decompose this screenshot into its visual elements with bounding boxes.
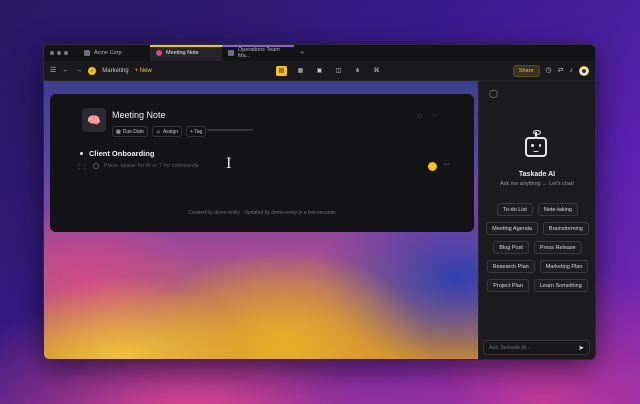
star-icon[interactable]: ☆ (417, 112, 423, 120)
brain-icon[interactable]: 🧠 (82, 108, 106, 132)
send-icon[interactable]: ➤ (578, 344, 584, 352)
chat-bubble-icon[interactable]: ◯ (489, 89, 498, 98)
new-button[interactable]: + New (135, 68, 152, 74)
list-view-icon[interactable]: ▤ (276, 65, 287, 76)
new-item-row[interactable]: ⋮⋮ Press 'space' for AI or '/' for comma… (76, 161, 456, 171)
user-avatar[interactable] (579, 65, 589, 76)
swap-icon[interactable]: ⇄ (558, 67, 564, 74)
app-window: Acme Corp Meeting Note Operations Team M… (43, 44, 596, 360)
share-button[interactable]: Share (512, 64, 540, 77)
chip-label: + Tag (189, 128, 203, 135)
prompt-chip[interactable]: Brainstorming (542, 222, 589, 235)
tab-operations-team[interactable]: Operations Team Ma... (222, 45, 294, 61)
window-controls[interactable] (44, 51, 78, 55)
tab-label: Operations Team Ma... (238, 47, 280, 59)
panel-subtitle: Ask me anything → Let's chat! (499, 181, 575, 187)
robot-icon (525, 130, 547, 157)
prompt-chip[interactable]: Learn Something (533, 279, 588, 292)
item-checkbox[interactable] (93, 163, 99, 169)
prompt-chip[interactable]: Marketing Plan (539, 260, 589, 273)
back-arrow-icon[interactable]: ← (62, 67, 69, 74)
note-card: 🧠 Meeting Note ▦ Due Date ☺ Assign + Tag ☆… (50, 94, 474, 232)
table-view-icon[interactable]: ◫ (333, 66, 344, 76)
bullet-icon (80, 152, 83, 155)
ai-chat-input[interactable]: Ask Taskade AI... ➤ (483, 340, 590, 355)
forward-arrow-icon[interactable]: → (75, 67, 82, 74)
chip-label: Assign (162, 128, 178, 135)
tab-label: Acme Corp (94, 50, 122, 56)
text-cursor-icon: I (226, 156, 232, 172)
ai-panel: ◯ Taskade AI Ask me anything → Let's cha… (478, 81, 595, 359)
assign-button[interactable]: ☺ Assign (151, 126, 182, 137)
drag-handle-icon[interactable]: ⋮⋮ (76, 163, 88, 170)
tab-label: Meeting Note (166, 50, 199, 56)
due-date-button[interactable]: ▦ Due Date (112, 126, 148, 137)
calendar-view-icon[interactable]: ▣ (314, 66, 325, 76)
progress-bar (207, 129, 253, 131)
document-icon (228, 50, 234, 56)
more-icon[interactable]: ··· (431, 112, 438, 120)
view-switcher: ▤ ▦ ▣ ◫ ⋔ ⌘ (276, 65, 382, 76)
calendar-icon: ▦ (116, 128, 121, 135)
prompt-chip[interactable]: Research Plan (486, 260, 535, 273)
workspace-name[interactable]: Marketing (102, 68, 128, 74)
tag-button[interactable]: + Tag (185, 126, 207, 137)
list-item-text[interactable]: Client Onboarding (89, 149, 154, 158)
sidebar-toggle-icon[interactable]: ☰ (50, 67, 56, 74)
clock-icon[interactable]: ◷ (546, 67, 552, 74)
board-view-icon[interactable]: ▦ (295, 66, 306, 76)
mindmap-view-icon[interactable]: ⋔ (352, 66, 363, 76)
workspace-avatar: ✓ (88, 66, 97, 75)
prompt-chip[interactable]: Project Plan (487, 279, 529, 292)
org-chart-icon[interactable]: ⌘ (371, 66, 382, 76)
brain-icon (156, 50, 162, 56)
tab-acme-corp[interactable]: Acme Corp (78, 45, 150, 61)
prompt-chip[interactable]: Meeting Agenda (486, 222, 538, 235)
item-input[interactable]: Press 'space' for AI or '/' for commands (104, 163, 199, 169)
prompt-chip[interactable]: Note-taking (537, 203, 578, 216)
workspace-icon (84, 50, 90, 56)
prompt-suggestions: To-do List Note-taking Meeting Agenda Br… (485, 203, 590, 292)
bell-icon[interactable]: ♪ (570, 67, 574, 74)
tab-meeting-note[interactable]: Meeting Note (150, 45, 222, 61)
list-item[interactable]: Client Onboarding (80, 149, 154, 158)
new-tab-button[interactable]: + (294, 50, 310, 57)
page-footer: Created by demo-emily · Updated by demo-… (188, 210, 336, 216)
page-title[interactable]: Meeting Note (112, 110, 166, 120)
chip-label: Due Date (122, 128, 144, 135)
prompt-chip[interactable]: To-do List (497, 203, 533, 216)
prompt-chip[interactable]: Blog Post (493, 241, 529, 254)
person-icon: ☺ (155, 128, 161, 135)
item-more-icon[interactable]: ··· (443, 161, 450, 168)
ai-assist-icon[interactable] (428, 162, 437, 171)
tab-bar: Acme Corp Meeting Note Operations Team M… (44, 45, 595, 61)
panel-title: Taskade AI (518, 171, 556, 178)
toolbar: ☰ ← → ✓ Marketing + New ▤ ▦ ▣ ◫ ⋔ ⌘ Shar… (44, 61, 595, 81)
project-canvas: 🧠 Meeting Note ▦ Due Date ☺ Assign + Tag ☆… (44, 81, 480, 359)
ai-input-placeholder: Ask Taskade AI... (489, 344, 532, 351)
prompt-chip[interactable]: Press Release (533, 241, 582, 254)
